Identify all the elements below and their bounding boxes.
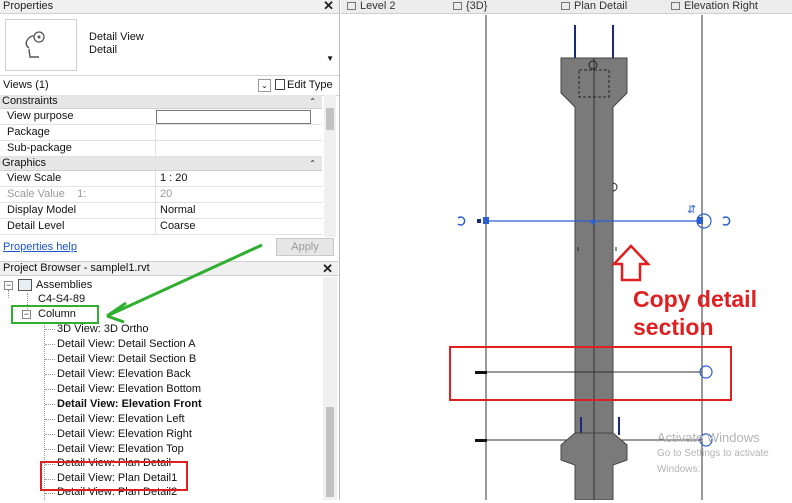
activate-windows-watermark: Activate Windows Go to Settings to activ… [657, 430, 792, 478]
watermark-line-1: Activate Windows [657, 430, 760, 445]
green-arrow-overlay [106, 243, 263, 324]
green-arrow-line [106, 243, 263, 318]
watermark-line-2: Go to Settings to activate Windows. [657, 448, 769, 475]
